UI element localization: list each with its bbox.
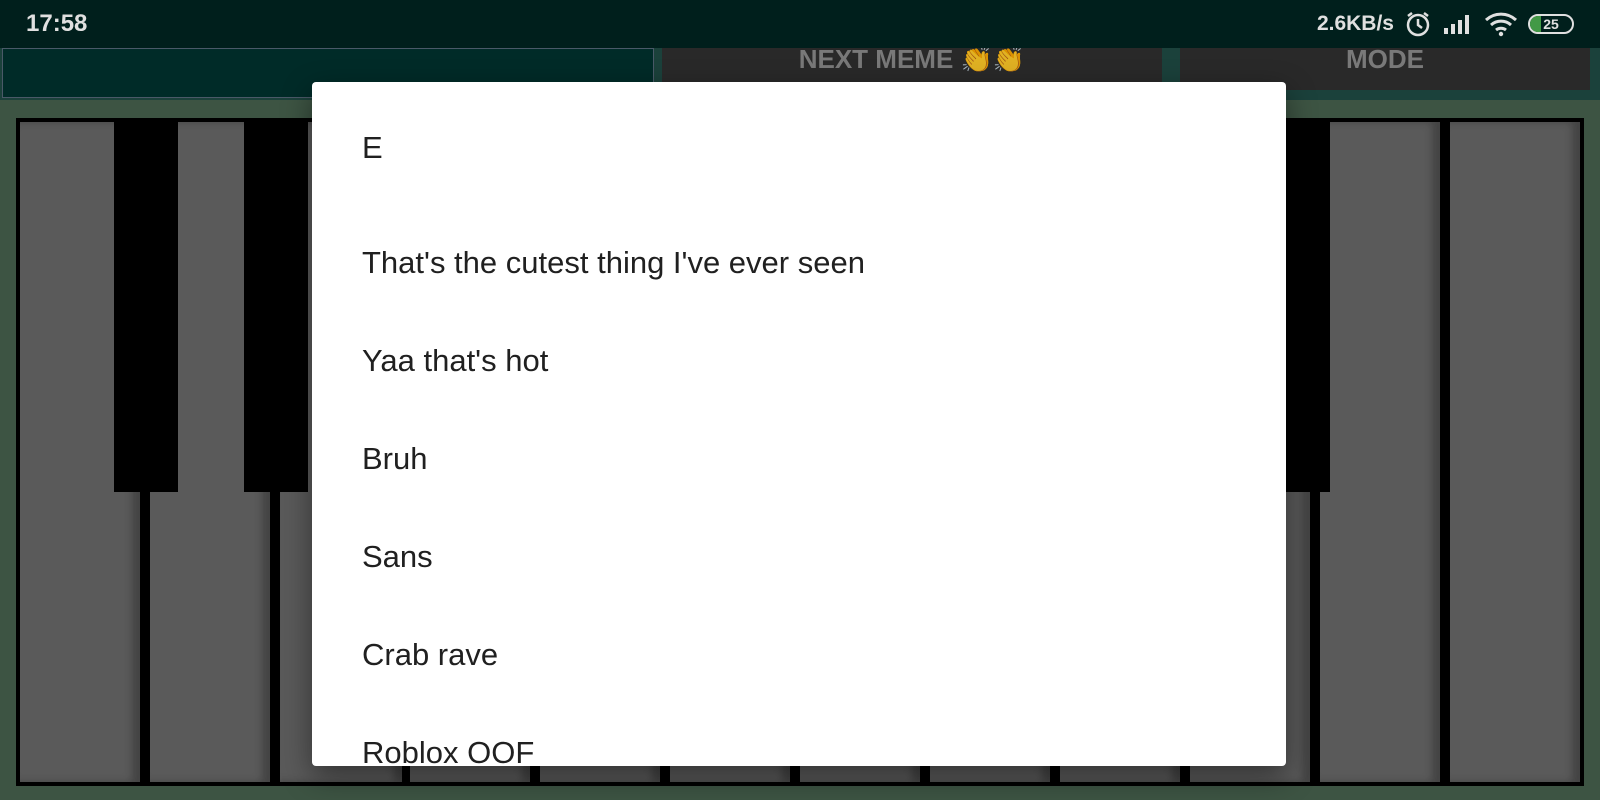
option-bruh[interactable]: Bruh [312, 410, 1286, 508]
sound-picker-dialog: E That's the cutest thing I've ever seen… [312, 82, 1286, 766]
option-sans[interactable]: Sans [312, 508, 1286, 606]
option-roblox-oof[interactable]: Roblox OOF [312, 704, 1286, 766]
option-crab-rave[interactable]: Crab rave [312, 606, 1286, 704]
option-cutest-thing[interactable]: That's the cutest thing I've ever seen [312, 214, 1286, 312]
option-yaa-thats-hot[interactable]: Yaa that's hot [312, 312, 1286, 410]
option-e[interactable]: E [312, 82, 1286, 214]
